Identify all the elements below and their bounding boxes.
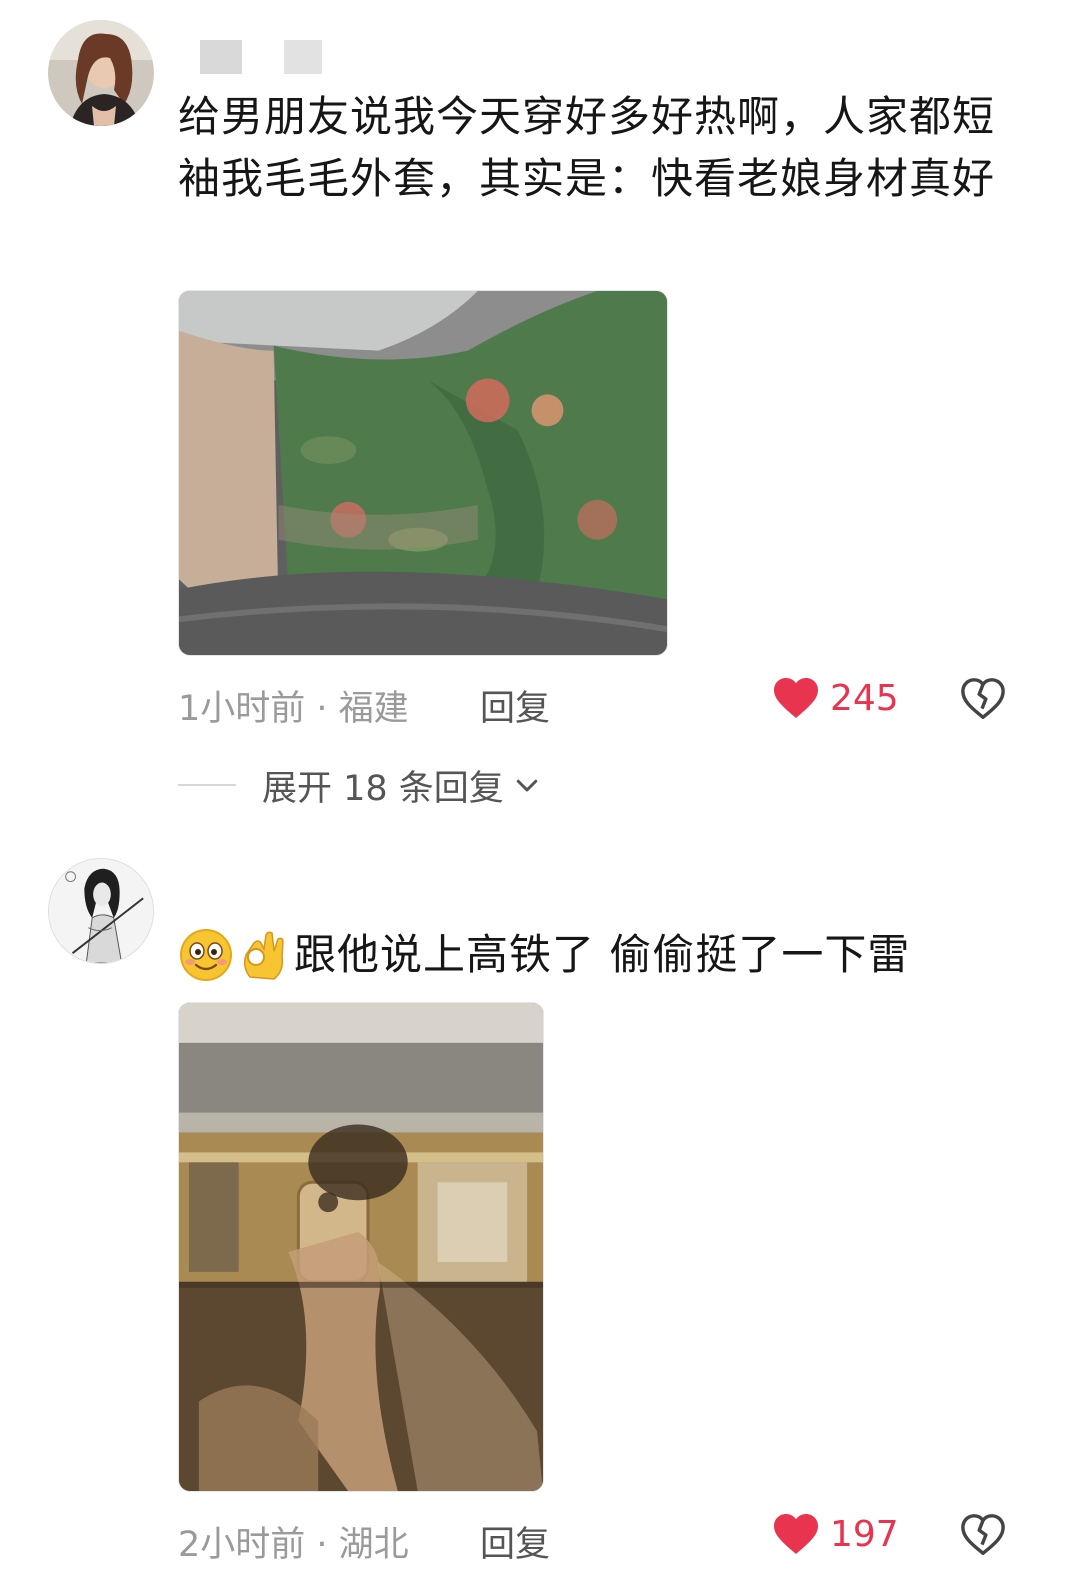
like-count: 197: [830, 1513, 899, 1555]
reply-button[interactable]: 回复: [480, 1516, 550, 1567]
comment-image[interactable]: [178, 290, 668, 656]
smiling-face-icon: [178, 927, 234, 983]
broken-heart-icon[interactable]: [960, 676, 1006, 722]
username-blurred[interactable]: [200, 40, 330, 74]
chevron-down-icon: [516, 779, 538, 792]
comment-meta: 2小时前 · 湖北 回复 197: [178, 1510, 1028, 1565]
like-button[interactable]: 197: [772, 1512, 899, 1556]
expand-replies-button[interactable]: 展开 18 条回复: [178, 762, 542, 809]
like-button[interactable]: 245: [772, 676, 899, 720]
heart-icon: [774, 1514, 818, 1554]
avatar[interactable]: [48, 20, 154, 126]
divider: [178, 784, 236, 786]
comment-meta: 1小时前 · 福建 回复 245: [178, 674, 1028, 729]
broken-heart-icon[interactable]: [960, 1512, 1006, 1558]
time-location: 2小时前 · 湖北: [178, 1525, 409, 1565]
avatar[interactable]: [48, 858, 154, 964]
ok-hand-icon: [236, 927, 292, 983]
comment-text: 给男朋友说我今天穿好多好热啊，人家都短袖我毛毛外套，其实是：快看老娘身材真好: [178, 92, 996, 203]
time-location: 1小时前 · 福建: [178, 689, 409, 729]
comment-list: 给男朋友说我今天穿好多好热啊，人家都短袖我毛毛外套，其实是：快看老娘身材真好 1…: [0, 0, 1079, 1592]
heart-icon: [774, 678, 818, 718]
expand-replies-label: 展开 18 条回复: [262, 768, 504, 809]
comment-text-row: 跟他说上高铁了 偷偷挺了一下雷: [178, 924, 1028, 986]
comment-text: 跟他说上高铁了 偷偷挺了一下雷: [294, 930, 911, 979]
reply-button[interactable]: 回复: [480, 680, 550, 731]
like-count: 245: [830, 677, 899, 719]
comment-image[interactable]: [178, 1002, 544, 1492]
